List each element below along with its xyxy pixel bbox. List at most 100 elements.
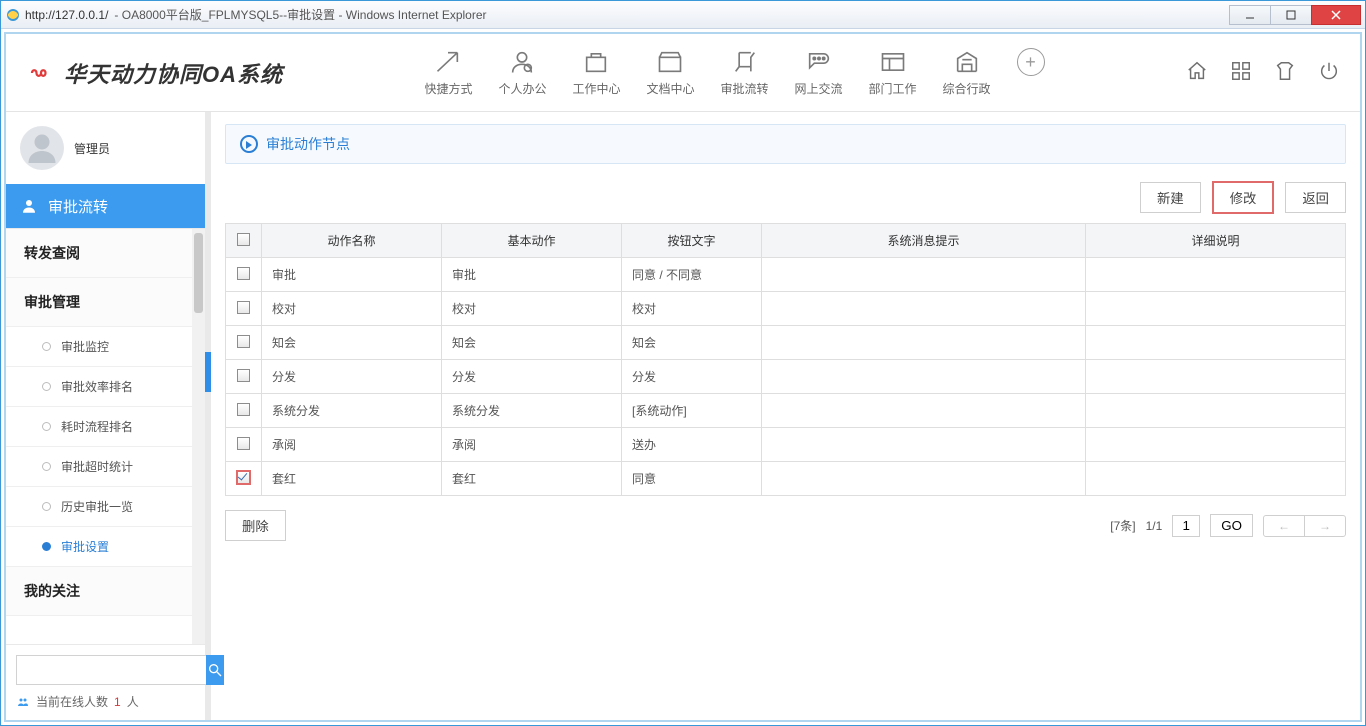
back-button[interactable]: 返回: [1285, 182, 1346, 213]
avatar: [20, 126, 64, 170]
table-row[interactable]: 知会知会知会: [226, 326, 1346, 360]
sidebar-group[interactable]: 审批管理: [6, 278, 205, 327]
row-checkbox[interactable]: [237, 471, 250, 484]
people-icon: [16, 696, 30, 708]
close-button[interactable]: [1311, 5, 1361, 25]
pager-prev[interactable]: ←: [1264, 516, 1304, 536]
skin-icon[interactable]: [1274, 60, 1296, 85]
sidebar-item[interactable]: 审批设置: [6, 527, 205, 567]
col-basic: 基本动作: [442, 224, 622, 258]
user-icon: [20, 197, 38, 215]
pager-page-input[interactable]: [1172, 515, 1200, 537]
topnav-item[interactable]: 部门工作: [869, 48, 917, 97]
action-bar: 新建 修改 返回: [225, 182, 1346, 213]
table-row[interactable]: 分发分发分发: [226, 360, 1346, 394]
topnav-item[interactable]: 综合行政: [943, 48, 991, 97]
logo-icon: [26, 63, 56, 83]
row-checkbox[interactable]: [237, 403, 250, 416]
new-button[interactable]: 新建: [1140, 182, 1201, 213]
pager-pages: 1/1: [1146, 519, 1163, 533]
topnav-item[interactable]: 审批流转: [721, 48, 769, 97]
cell-name: 分发: [262, 360, 442, 394]
cell-name: 承阅: [262, 428, 442, 462]
splitter-handle[interactable]: [205, 352, 211, 392]
power-icon[interactable]: [1318, 60, 1340, 85]
cell-detail: [1086, 258, 1346, 292]
sidebar-item[interactable]: 审批效率排名: [6, 367, 205, 407]
cell-name: 套红: [262, 462, 442, 496]
table-row[interactable]: 校对校对校对: [226, 292, 1346, 326]
sidebar-group[interactable]: 转发查阅: [6, 229, 205, 278]
topnav-label: 综合行政: [943, 80, 991, 97]
sidebar-item[interactable]: 审批超时统计: [6, 447, 205, 487]
arrow-right-icon: [240, 135, 258, 153]
sidebar-item[interactable]: 审批监控: [6, 327, 205, 367]
table-row[interactable]: 审批审批同意 / 不同意: [226, 258, 1346, 292]
table-row[interactable]: 承阅承阅送办: [226, 428, 1346, 462]
table-row[interactable]: 套红套红同意: [226, 462, 1346, 496]
brand-logo: 华天动力协同OA系统: [26, 57, 283, 89]
cell-name: 校对: [262, 292, 442, 326]
cell-basic: 套红: [442, 462, 622, 496]
window-titlebar: http://127.0.0.1/ - OA8000平台版_FPLMYSQL5-…: [1, 1, 1365, 29]
row-checkbox[interactable]: [237, 369, 250, 382]
topnav-item[interactable]: 快捷方式: [424, 48, 472, 97]
cell-detail: [1086, 394, 1346, 428]
topnav-item[interactable]: 网上交流: [795, 48, 843, 97]
top-bar: 华天动力协同OA系统 快捷方式个人办公 工作中心文档中心 审批流转 网上交流部门工作 综…: [6, 34, 1360, 112]
table-row[interactable]: 系统分发系统分发[系统动作]: [226, 394, 1346, 428]
sidebar-header-label: 审批流转: [48, 196, 108, 217]
sidebar-scrollbar[interactable]: [192, 229, 205, 644]
cell-detail: [1086, 462, 1346, 496]
topnav-item[interactable]: 文档中心: [646, 48, 694, 97]
col-name: 动作名称: [262, 224, 442, 258]
sidebar-group[interactable]: 我的关注: [6, 567, 205, 616]
cell-btn: 同意: [622, 462, 762, 496]
cell-detail: [1086, 360, 1346, 394]
cell-basic: 知会: [442, 326, 622, 360]
plus-icon: +: [1017, 48, 1045, 76]
cell-name: 知会: [262, 326, 442, 360]
topnav-label: 部门工作: [869, 80, 917, 97]
home-icon[interactable]: [1186, 60, 1208, 85]
cell-basic: 系统分发: [442, 394, 622, 428]
cell-name: 系统分发: [262, 394, 442, 428]
topnav-add[interactable]: +: [1017, 48, 1045, 97]
select-all-checkbox[interactable]: [237, 233, 250, 246]
panel-title-text: 审批动作节点: [266, 134, 350, 154]
minimize-button[interactable]: [1229, 5, 1271, 25]
edit-button[interactable]: 修改: [1213, 182, 1274, 213]
pager-next[interactable]: →: [1304, 516, 1345, 536]
cell-sys: [762, 428, 1086, 462]
pager-go-button[interactable]: GO: [1210, 514, 1253, 537]
pager: [7条] 1/1 GO ← →: [1110, 514, 1346, 537]
cell-btn: [系统动作]: [622, 394, 762, 428]
online-count: 当前在线人数 1人: [16, 693, 195, 710]
sidebar-item[interactable]: 耗时流程排名: [6, 407, 205, 447]
topnav-label: 文档中心: [646, 80, 694, 97]
cell-basic: 承阅: [442, 428, 622, 462]
cell-detail: [1086, 326, 1346, 360]
cell-btn: 校对: [622, 292, 762, 326]
sidebar-item[interactable]: 历史审批一览: [6, 487, 205, 527]
topnav-item[interactable]: 个人办公: [498, 48, 546, 97]
cell-sys: [762, 462, 1086, 496]
cell-sys: [762, 360, 1086, 394]
search-button[interactable]: [206, 655, 224, 685]
address-url[interactable]: http://127.0.0.1/: [25, 8, 108, 22]
row-checkbox[interactable]: [237, 267, 250, 280]
cell-btn: 送办: [622, 428, 762, 462]
maximize-button[interactable]: [1270, 5, 1312, 25]
row-checkbox[interactable]: [237, 335, 250, 348]
delete-button[interactable]: 删除: [225, 510, 286, 541]
row-checkbox[interactable]: [237, 301, 250, 314]
topnav-label: 个人办公: [498, 80, 546, 97]
topnav-label: 审批流转: [721, 80, 769, 97]
search-input[interactable]: [16, 655, 206, 685]
col-sysmsg: 系统消息提示: [762, 224, 1086, 258]
cell-basic: 分发: [442, 360, 622, 394]
sidebar: 管理员 审批流转 转发查阅审批管理审批监控审批效率排名耗时流程排名审批超时统计历…: [6, 112, 211, 720]
row-checkbox[interactable]: [237, 437, 250, 450]
topnav-item[interactable]: 工作中心: [572, 48, 620, 97]
apps-icon[interactable]: [1230, 60, 1252, 85]
